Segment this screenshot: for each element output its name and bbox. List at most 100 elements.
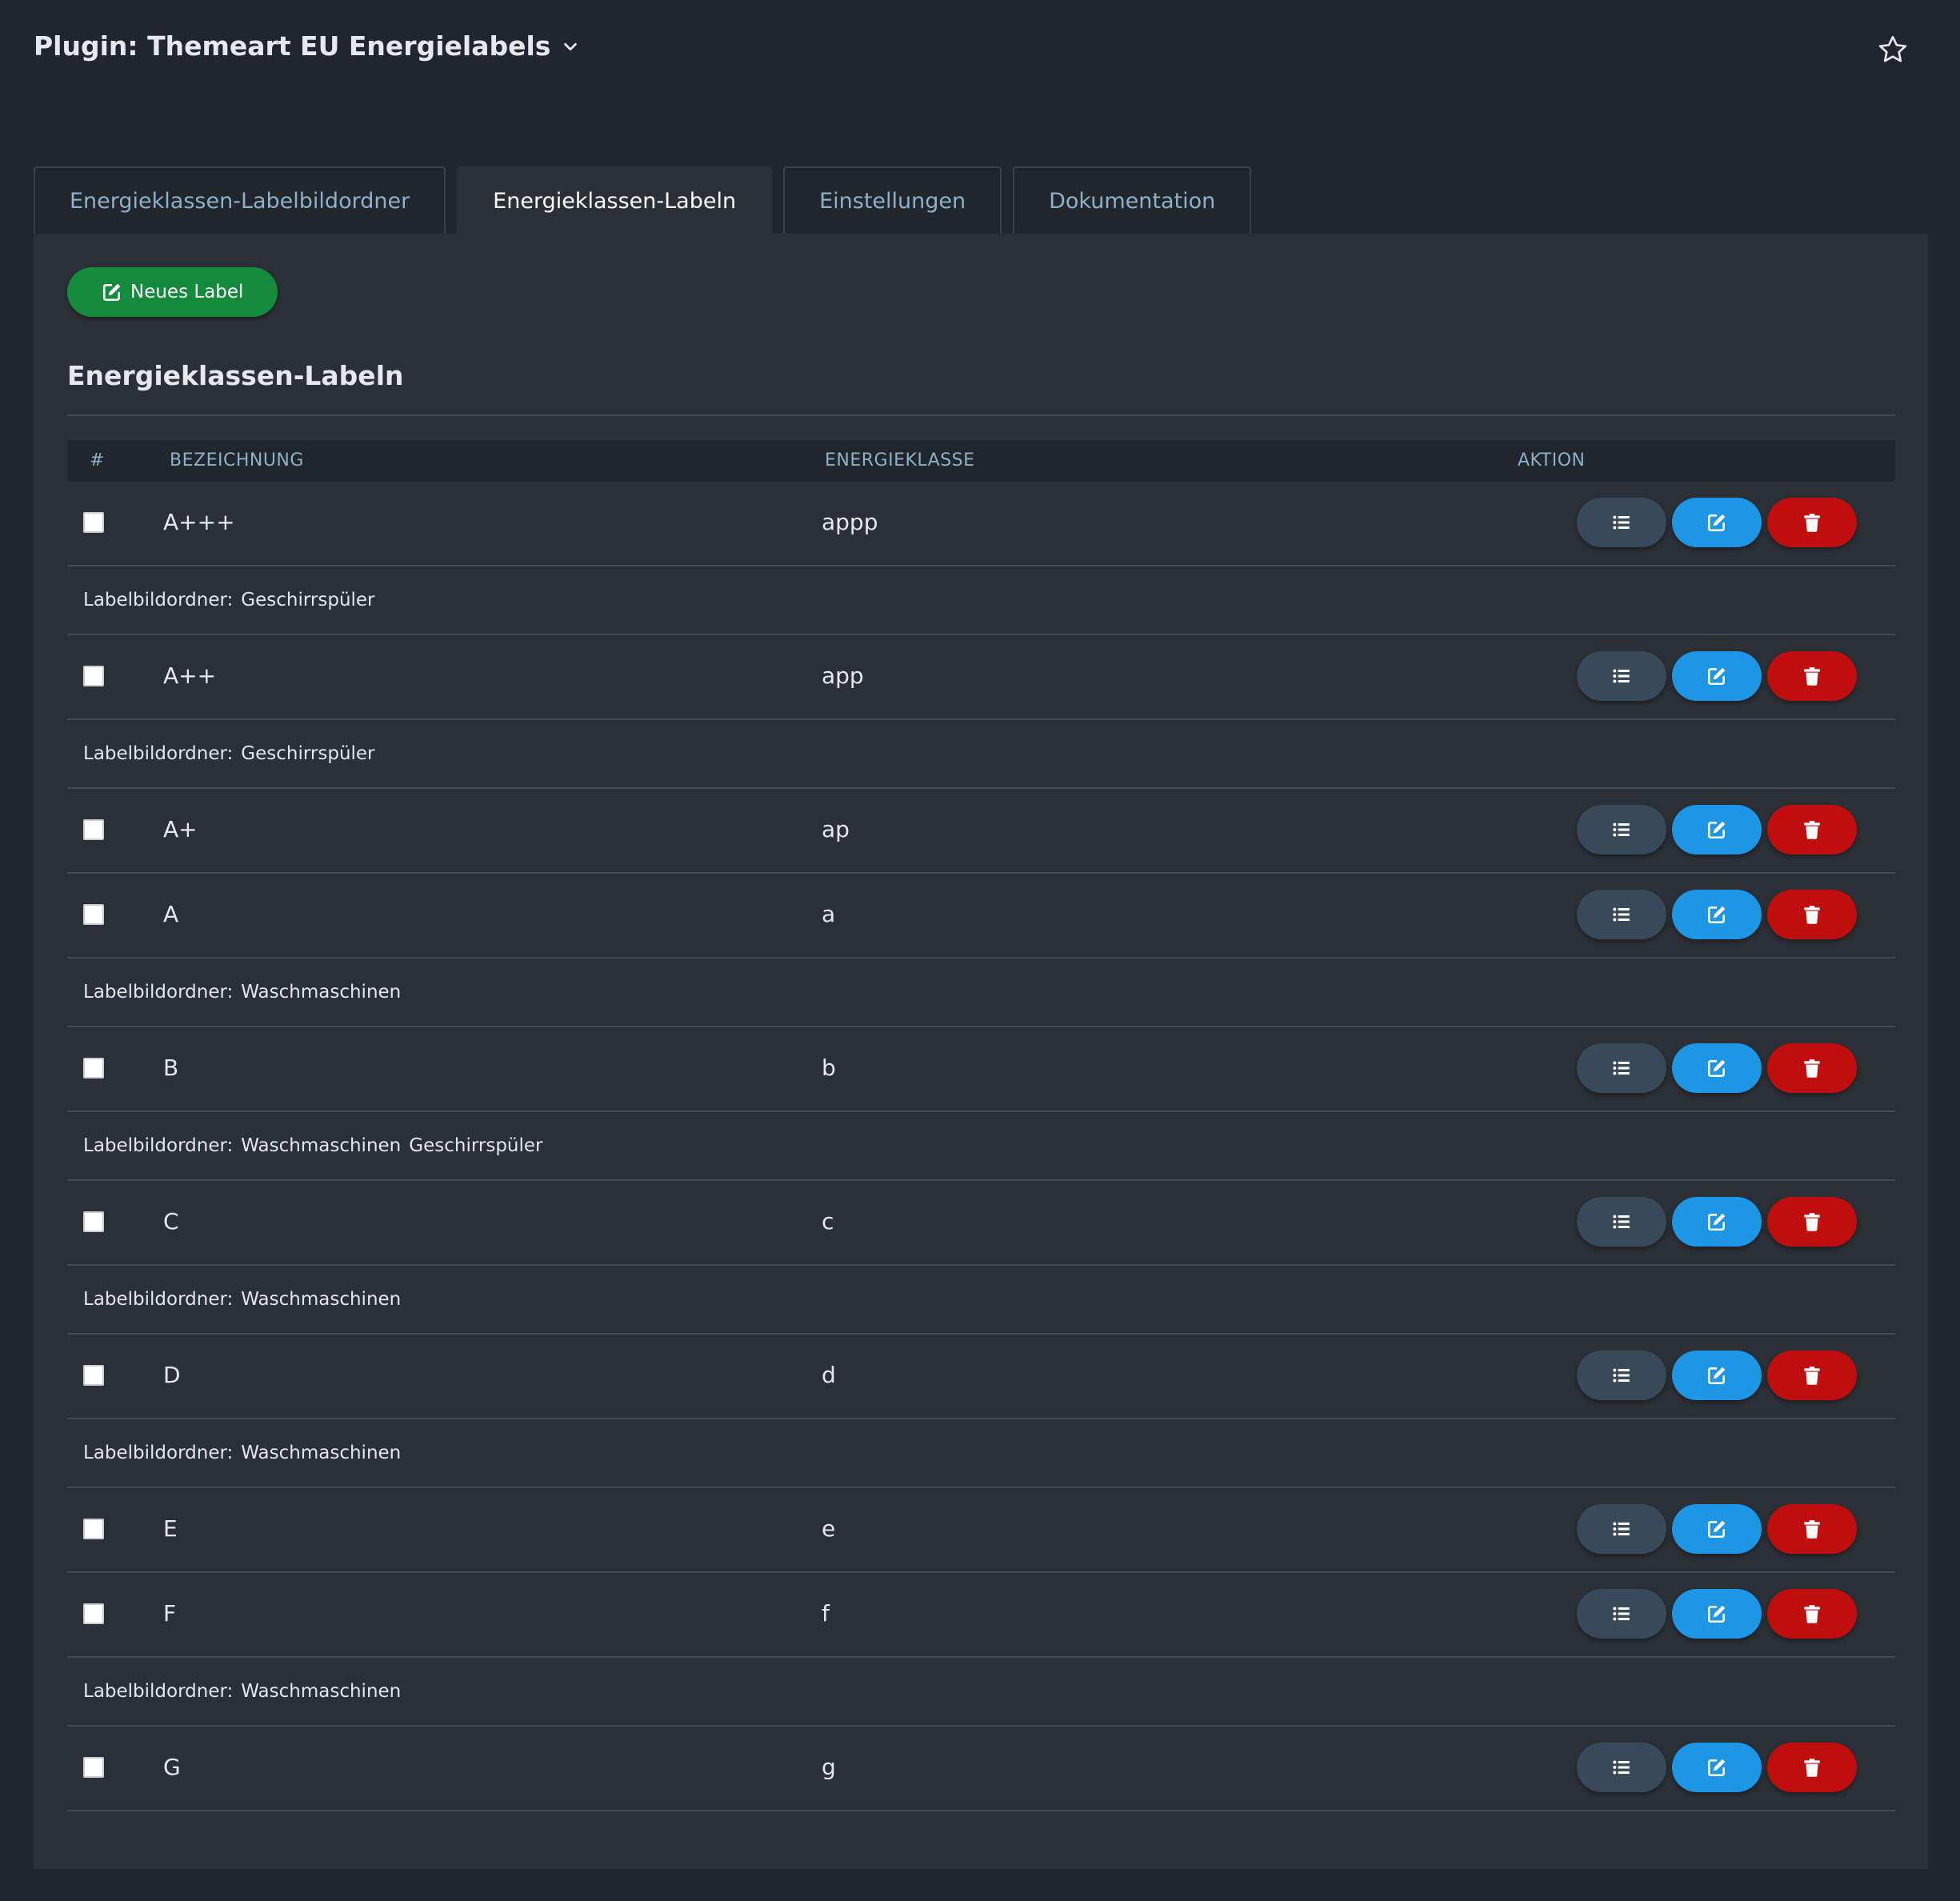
tab-labeln[interactable]: Energieklassen-Labeln bbox=[457, 166, 773, 234]
edit-button[interactable] bbox=[1672, 890, 1762, 939]
cell-class: app bbox=[822, 662, 864, 689]
delete-button[interactable] bbox=[1767, 498, 1857, 547]
details-button[interactable] bbox=[1577, 1043, 1666, 1093]
cell-name: F bbox=[163, 1600, 177, 1627]
details-button[interactable] bbox=[1577, 498, 1666, 547]
label-folder-info: Labelbildordner: Waschmaschinen bbox=[83, 1681, 409, 1702]
delete-button[interactable] bbox=[1767, 1351, 1857, 1400]
trash-icon bbox=[1804, 1605, 1820, 1623]
tab-bar: Energieklassen-Labelbildordner Energiekl… bbox=[34, 166, 1252, 234]
label-folder-row: Labelbildordner: Waschmaschinen Geschirrsp… bbox=[67, 1112, 1895, 1181]
edit-button[interactable] bbox=[1672, 1043, 1762, 1093]
cell-class: a bbox=[822, 901, 836, 927]
label-folder-name: Waschmaschinen bbox=[241, 1135, 402, 1156]
edit-icon bbox=[1707, 514, 1726, 532]
label-folder-prefix: Labelbildordner: bbox=[83, 1289, 234, 1310]
details-button[interactable] bbox=[1577, 1504, 1666, 1554]
row-checkbox[interactable] bbox=[83, 512, 104, 533]
details-button[interactable] bbox=[1577, 1351, 1666, 1400]
details-button[interactable] bbox=[1577, 651, 1666, 701]
new-label-button-text: Neues Label bbox=[130, 282, 244, 302]
tab-dokumentation[interactable]: Dokumentation bbox=[1013, 166, 1252, 234]
details-button[interactable] bbox=[1577, 805, 1666, 854]
row-actions bbox=[1577, 890, 1857, 939]
edit-button[interactable] bbox=[1672, 1197, 1762, 1247]
table-row: Gg bbox=[67, 1727, 1895, 1811]
label-folder-prefix: Labelbildordner: bbox=[83, 1135, 234, 1156]
cell-name: A++ bbox=[163, 662, 217, 689]
trash-icon bbox=[1804, 514, 1820, 532]
list-icon bbox=[1613, 1522, 1630, 1536]
cell-class: f bbox=[822, 1600, 830, 1627]
delete-button[interactable] bbox=[1767, 1043, 1857, 1093]
edit-button[interactable] bbox=[1672, 1351, 1762, 1400]
row-checkbox[interactable] bbox=[83, 666, 104, 686]
cell-class: ap bbox=[822, 816, 850, 842]
table-row: Cc bbox=[67, 1181, 1895, 1266]
details-button[interactable] bbox=[1577, 890, 1666, 939]
edit-icon bbox=[1707, 1059, 1726, 1078]
row-checkbox[interactable] bbox=[83, 819, 104, 840]
cell-name: C bbox=[163, 1208, 179, 1235]
list-icon bbox=[1613, 515, 1630, 530]
details-button[interactable] bbox=[1577, 1743, 1666, 1792]
label-folder-info: Labelbildordner: Waschmaschinen Geschirrsp… bbox=[83, 1135, 551, 1156]
edit-button[interactable] bbox=[1672, 1743, 1762, 1792]
cell-class: appp bbox=[822, 509, 878, 535]
row-checkbox[interactable] bbox=[83, 1211, 104, 1232]
table-row: Ff bbox=[67, 1573, 1895, 1658]
details-button[interactable] bbox=[1577, 1589, 1666, 1639]
delete-button[interactable] bbox=[1767, 651, 1857, 701]
chevron-down-icon bbox=[564, 42, 578, 50]
edit-button[interactable] bbox=[1672, 498, 1762, 547]
table-row: A++ app bbox=[67, 635, 1895, 720]
label-folder-name: Waschmaschinen bbox=[241, 982, 402, 1003]
row-checkbox[interactable] bbox=[83, 1058, 104, 1079]
delete-button[interactable] bbox=[1767, 890, 1857, 939]
row-checkbox[interactable] bbox=[83, 1365, 104, 1386]
label-folder-prefix: Labelbildordner: bbox=[83, 590, 234, 610]
list-icon bbox=[1613, 1215, 1630, 1229]
edit-icon bbox=[1707, 906, 1726, 924]
new-label-button[interactable]: Neues Label bbox=[67, 267, 278, 317]
edit-icon bbox=[1707, 821, 1726, 839]
delete-button[interactable] bbox=[1767, 1743, 1857, 1792]
list-icon bbox=[1613, 1368, 1630, 1383]
delete-button[interactable] bbox=[1767, 1504, 1857, 1554]
table-row: Bb bbox=[67, 1027, 1895, 1112]
page-title[interactable]: Plugin: Themeart EU Energielabels bbox=[34, 30, 579, 62]
row-actions bbox=[1577, 651, 1857, 701]
row-checkbox[interactable] bbox=[83, 1757, 104, 1778]
cell-name: E bbox=[163, 1515, 178, 1542]
label-folder-row: Labelbildordner: Waschmaschinen bbox=[67, 1266, 1895, 1335]
delete-button[interactable] bbox=[1767, 1589, 1857, 1639]
label-folder-name: Waschmaschinen bbox=[241, 1443, 402, 1463]
row-actions bbox=[1577, 1043, 1857, 1093]
section-title: Energieklassen-Labeln bbox=[67, 360, 404, 391]
top-bar: Plugin: Themeart EU Energielabels bbox=[34, 30, 1926, 70]
cell-name: A+ bbox=[163, 816, 198, 842]
content-panel: Neues Label Energieklassen-Labeln # Beze… bbox=[34, 234, 1928, 1869]
label-folder-prefix: Labelbildordner: bbox=[83, 1681, 234, 1702]
edit-button[interactable] bbox=[1672, 1504, 1762, 1554]
edit-button[interactable] bbox=[1672, 805, 1762, 854]
edit-button[interactable] bbox=[1672, 1589, 1762, 1639]
delete-button[interactable] bbox=[1767, 805, 1857, 854]
star-icon[interactable] bbox=[1877, 34, 1909, 66]
edit-button[interactable] bbox=[1672, 651, 1762, 701]
cell-class: c bbox=[822, 1208, 834, 1235]
delete-button[interactable] bbox=[1767, 1197, 1857, 1247]
row-checkbox[interactable] bbox=[83, 1519, 104, 1539]
row-checkbox[interactable] bbox=[83, 1603, 104, 1624]
tab-label: Dokumentation bbox=[1049, 188, 1216, 214]
tab-labelbildordner[interactable]: Energieklassen-Labelbildordner bbox=[34, 166, 446, 234]
edit-icon bbox=[1707, 1605, 1726, 1623]
edit-icon bbox=[1707, 1520, 1726, 1539]
tab-einstellungen[interactable]: Einstellungen bbox=[783, 166, 1002, 234]
table-row: A+ ap bbox=[67, 789, 1895, 874]
label-folder-prefix: Labelbildordner: bbox=[83, 743, 234, 764]
row-checkbox[interactable] bbox=[83, 904, 104, 925]
label-folder-name: Geschirrspüler bbox=[241, 590, 375, 610]
details-button[interactable] bbox=[1577, 1197, 1666, 1247]
label-folder-row: Labelbildordner: Waschmaschinen bbox=[67, 1419, 1895, 1488]
